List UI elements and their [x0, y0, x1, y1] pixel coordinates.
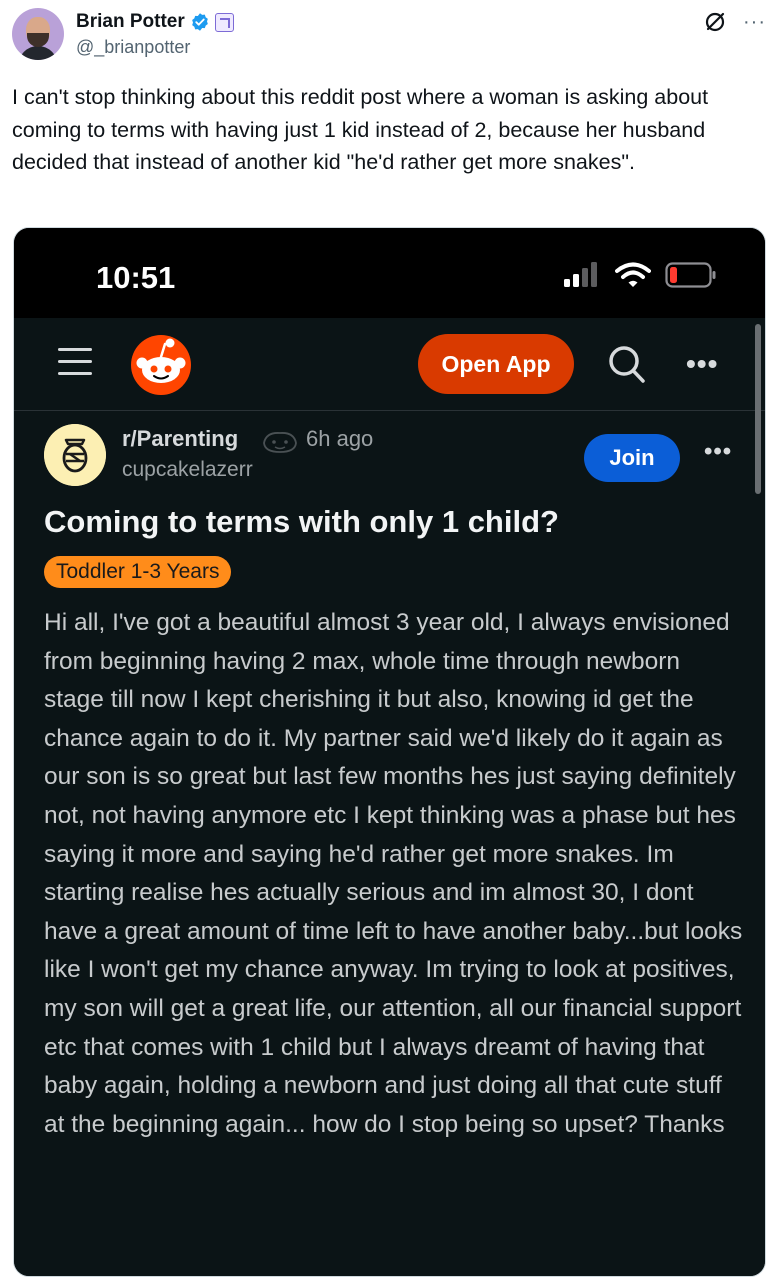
baby-flair-icon [263, 432, 297, 453]
status-clock: 10:51 [96, 260, 176, 295]
subreddit-icon[interactable] [44, 424, 106, 486]
subreddit-name[interactable]: r/Parenting [122, 426, 238, 452]
tweet-header: Brian Potter @_brianpotter ··· [12, 6, 766, 62]
post-title: Coming to terms with only 1 child? [44, 504, 559, 539]
post-time: 6h ago [306, 426, 374, 451]
reddit-more-icon[interactable]: ••• [686, 348, 718, 380]
scrollbar[interactable] [755, 324, 761, 494]
author-handle[interactable]: @_brianpotter [76, 37, 234, 58]
affiliate-badge-icon[interactable] [214, 12, 234, 32]
post-author[interactable]: cupcakelazerr [122, 458, 253, 482]
more-options-icon[interactable]: ··· [743, 12, 766, 32]
open-app-button[interactable]: Open App [418, 334, 574, 394]
phone-status-bar: 10:51 [14, 228, 765, 318]
reddit-top-bar: Open App ••• [14, 318, 765, 411]
tweet-author: Brian Potter @_brianpotter [76, 10, 234, 58]
verified-badge-icon[interactable] [190, 12, 210, 32]
join-button[interactable]: Join [584, 434, 680, 482]
tweet-header-actions: ··· [703, 10, 766, 34]
reddit-screen: Open App ••• r/Parenting 6h ago cupcakel… [14, 318, 765, 1276]
reddit-snoo-icon[interactable] [128, 332, 194, 396]
cellular-signal-icon [564, 262, 597, 287]
avatar[interactable] [12, 8, 64, 60]
post-header: r/Parenting 6h ago cupcakelazerr Join ••… [44, 424, 744, 494]
wifi-icon [615, 262, 651, 287]
post-body: Hi all, I've got a beautiful almost 3 ye… [44, 609, 743, 1138]
author-display-name[interactable]: Brian Potter [76, 11, 185, 33]
post-flair-badge[interactable]: Toddler 1-3 Years [44, 556, 232, 588]
tweet-text: I can't stop thinking about this reddit … [12, 85, 709, 174]
post-more-icon[interactable]: ••• [704, 438, 732, 466]
status-icons [563, 262, 717, 288]
hamburger-menu-icon[interactable] [58, 348, 92, 378]
search-icon[interactable] [608, 344, 646, 384]
battery-icon [665, 262, 716, 288]
tweet-media-image[interactable]: 10:51 Open App ••• r/Parenting 6h ago cu… [13, 227, 766, 1277]
grok-icon[interactable] [703, 10, 727, 34]
